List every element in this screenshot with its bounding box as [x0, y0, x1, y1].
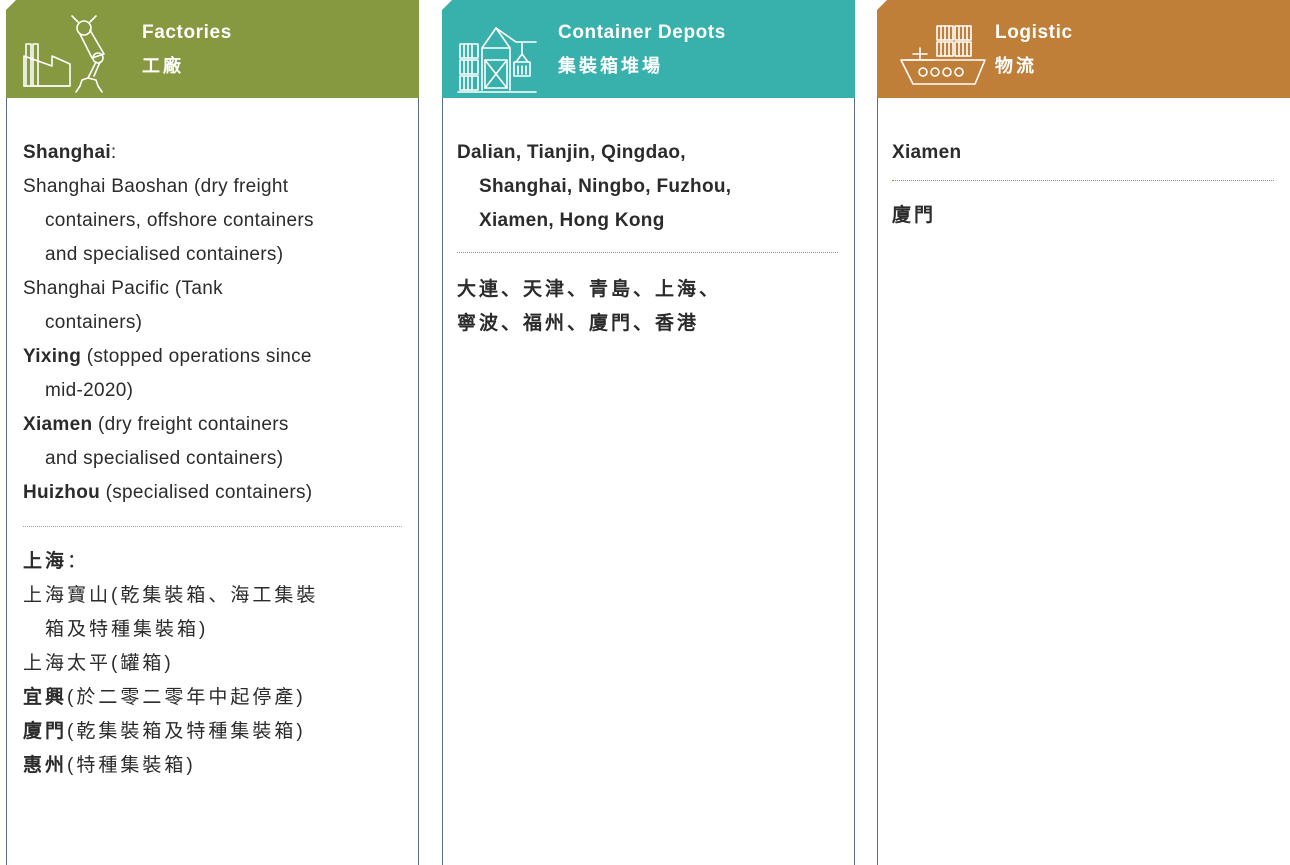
- logistic-column: Logistic 物流 Xiamen 廈門: [877, 0, 1290, 865]
- depots-en-line-1: Dalian, Tianjin, Qingdao,: [457, 142, 686, 163]
- depots-body: Dalian, Tianjin, Qingdao, Shanghai, Ning…: [442, 98, 855, 865]
- factories-title: Factories: [142, 22, 232, 43]
- factories-en-yixing: Yixing (stopped operations since: [23, 346, 312, 367]
- factories-zh-baoshan: 上海寶山(乾集裝箱、海工集裝: [23, 585, 319, 606]
- factories-zh-baoshan-cont: 箱及特種集裝箱): [45, 619, 209, 640]
- factory-robot-arm-icon: [22, 14, 126, 94]
- depots-en-line-2: Shanghai, Ningbo, Fuzhou,: [479, 176, 732, 197]
- factories-en-baoshan: Shanghai Baoshan (dry freight: [23, 176, 289, 197]
- logistic-divider: [892, 180, 1274, 181]
- factories-column: Factories 工廠 Shanghai: Shanghai Baoshan …: [6, 0, 419, 865]
- depots-title: Container Depots: [558, 22, 726, 43]
- factories-en-baoshan-cont: containers, offshore containers: [45, 210, 314, 231]
- factories-header: Factories 工廠: [6, 0, 419, 98]
- factories-zh-yixing: 宜興(於二零二零年中起停產): [23, 687, 306, 708]
- depots-column: Container Depots 集裝箱堆場 Dalian, Tianjin, …: [442, 0, 855, 865]
- depots-divider: [457, 252, 838, 253]
- logistic-zh-location: 廈門: [892, 205, 937, 226]
- factories-en-yixing-cont: mid-2020): [45, 380, 134, 401]
- factories-en-pacific: Shanghai Pacific (Tank: [23, 278, 223, 299]
- logistic-en-location: Xiamen: [892, 142, 962, 163]
- depots-header: Container Depots 集裝箱堆場: [442, 0, 855, 98]
- logistic-body: Xiamen 廈門: [877, 98, 1290, 865]
- factories-body: Shanghai: Shanghai Baoshan (dry freight …: [6, 98, 419, 865]
- factories-zh-huizhou: 惠州(特種集裝箱): [23, 755, 196, 776]
- factories-en-xiamen-cont: and specialised containers): [45, 448, 284, 469]
- depots-zh-line-2: 寧波、福州、廈門、香港: [457, 313, 700, 334]
- depots-zh-line-1: 大連、天津、青島、上海、: [457, 279, 722, 300]
- logistic-title-zh: 物流: [995, 56, 1037, 76]
- logistic-title: Logistic: [995, 22, 1073, 43]
- factories-en-xiamen: Xiamen (dry freight containers: [23, 414, 289, 435]
- factories-en-baoshan-cont2: and specialised containers): [45, 244, 284, 265]
- container-ship-icon: [897, 20, 993, 92]
- factories-en-huizhou: Huizhou (specialised containers): [23, 482, 313, 503]
- logistic-header: Logistic 物流: [877, 0, 1290, 98]
- factories-en-heading: Shanghai:: [23, 142, 117, 163]
- factories-en-pacific-cont: containers): [45, 312, 143, 333]
- depots-en-line-3: Xiamen, Hong Kong: [479, 210, 665, 231]
- container-crane-icon: [456, 14, 540, 94]
- factories-zh-heading: 上海：: [23, 551, 90, 572]
- factories-zh-xiamen: 廈門(乾集裝箱及特種集裝箱): [23, 721, 306, 742]
- factories-divider: [23, 526, 402, 527]
- factories-zh-pacific: 上海太平(罐箱): [23, 653, 174, 674]
- factories-title-zh: 工廠: [142, 56, 184, 76]
- depots-title-zh: 集裝箱堆場: [558, 56, 663, 76]
